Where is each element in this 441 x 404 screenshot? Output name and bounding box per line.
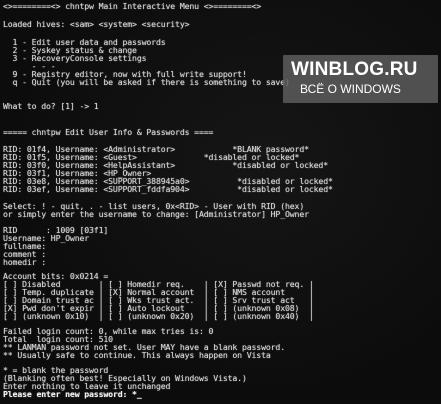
new-password-input[interactable]: Please enter new password: *_ <box>3 390 142 399</box>
watermark-badge: WINBLOG.RU ВСЁ О WINDOWS <box>283 55 438 103</box>
edit-user-header: ===== chntpw Edit User Info & Passwords … <box>3 127 214 137</box>
user-row: RID: 03ef, Username: <SUPPORT_fddfa904> … <box>3 184 333 194</box>
homedir-field: homedir : <box>3 257 47 267</box>
account-bits-row: [ ] (unknown 0x10) | [ ] (unknown 0x20) … <box>3 311 314 321</box>
watermark-title: WINBLOG.RU <box>291 59 418 80</box>
loaded-hives: Loaded hives: <sam> <system> <security> <box>3 19 190 29</box>
watermark-subtitle: ВСЁ О WINDOWS <box>300 82 401 96</box>
username-prompt: or simply enter the username to change: … <box>3 209 309 219</box>
menu-header: <>========<> chntpw Main Interactive Men… <box>3 1 262 11</box>
safe-to-continue-note: ** Usually safe to continue. This always… <box>3 350 271 360</box>
menu-item-q: q - Quit (you will be asked if there is … <box>3 77 290 87</box>
what-to-do-prompt: What to do? [1] -> 1 <box>3 101 99 111</box>
